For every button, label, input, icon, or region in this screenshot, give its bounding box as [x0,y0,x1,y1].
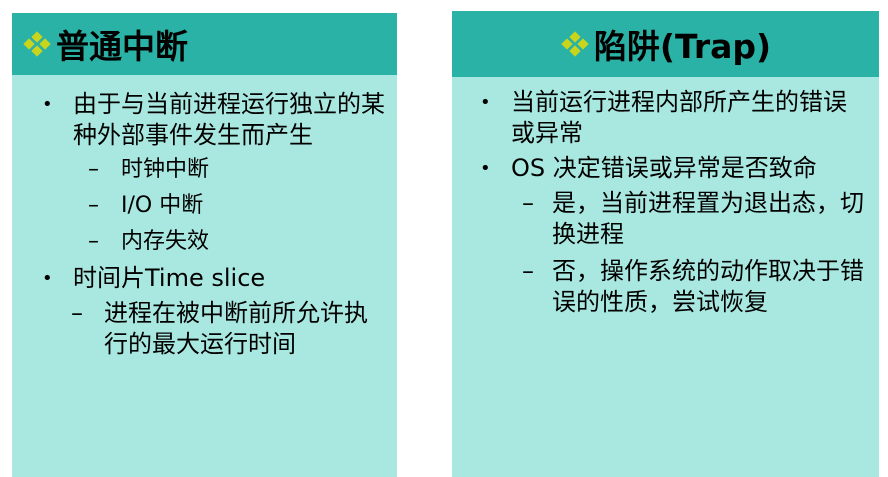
list-item: • 时间片Time slice [12,263,397,294]
sub-item: – 时钟中断 [12,155,397,185]
sub-text: 进程在被中断前所允许执行的最大运行时间 [104,299,368,358]
item-text: 时间片Time slice [73,264,266,292]
dash: – [71,299,83,327]
trap-title: 陷阱(Trap) [593,27,772,66]
trap-list: • 当前运行进程内部所产生的错误或异常 • OS 决定错误或异常是否致命 – 是… [452,87,879,324]
bullet: • [42,268,53,289]
item-text: 当前运行进程内部所产生的错误或异常 [511,88,847,147]
sub-item: – 内存失效 [12,227,397,257]
sub-text: 否，操作系统的动作取决于错误的性质，尝试恢复 [552,257,864,316]
dash: – [88,157,99,182]
dash: – [522,189,534,217]
interrupt-panel: 普通中断 • 由于与当前进程运行独立的某种外部事件发生而产生 – 时钟中断 – … [12,13,397,477]
trap-header: 陷阱(Trap) [452,11,879,77]
diamond-cluster-icon [560,31,590,57]
sub-item: – 进程在被中断前所允许执行的最大运行时间 [12,298,397,360]
bullet: • [42,94,53,115]
trap-panel: 陷阱(Trap) • 当前运行进程内部所产生的错误或异常 • OS 决定错误或异… [452,11,879,477]
list-item: • 由于与当前进程运行独立的某种外部事件发生而产生 [12,89,397,151]
list-item: • 当前运行进程内部所产生的错误或异常 [452,87,879,149]
bullet: • [480,158,491,179]
sub-item: – 是，当前进程置为退出态，切换进程 [452,188,879,250]
interrupt-list: • 由于与当前进程运行独立的某种外部事件发生而产生 – 时钟中断 – I/O 中… [12,89,397,366]
dash: – [88,229,99,254]
sub-text: 是，当前进程置为退出态，切换进程 [552,189,864,248]
dash: – [88,193,99,218]
sub-text: 时钟中断 [121,157,210,182]
sub-item: – I/O 中断 [12,191,397,221]
bullet: • [480,92,491,113]
interrupt-header: 普通中断 [12,13,397,75]
interrupt-title: 普通中断 [56,27,188,66]
item-text: OS 决定错误或异常是否致命 [511,154,817,182]
sub-text: I/O 中断 [121,193,204,218]
sub-text: 内存失效 [121,229,210,254]
list-item: • OS 决定错误或异常是否致命 [452,153,879,184]
sub-item: – 否，操作系统的动作取决于错误的性质，尝试恢复 [452,256,879,318]
dash: – [522,257,534,285]
item-text: 由于与当前进程运行独立的某种外部事件发生而产生 [73,90,385,149]
diamond-cluster-icon [22,31,52,57]
